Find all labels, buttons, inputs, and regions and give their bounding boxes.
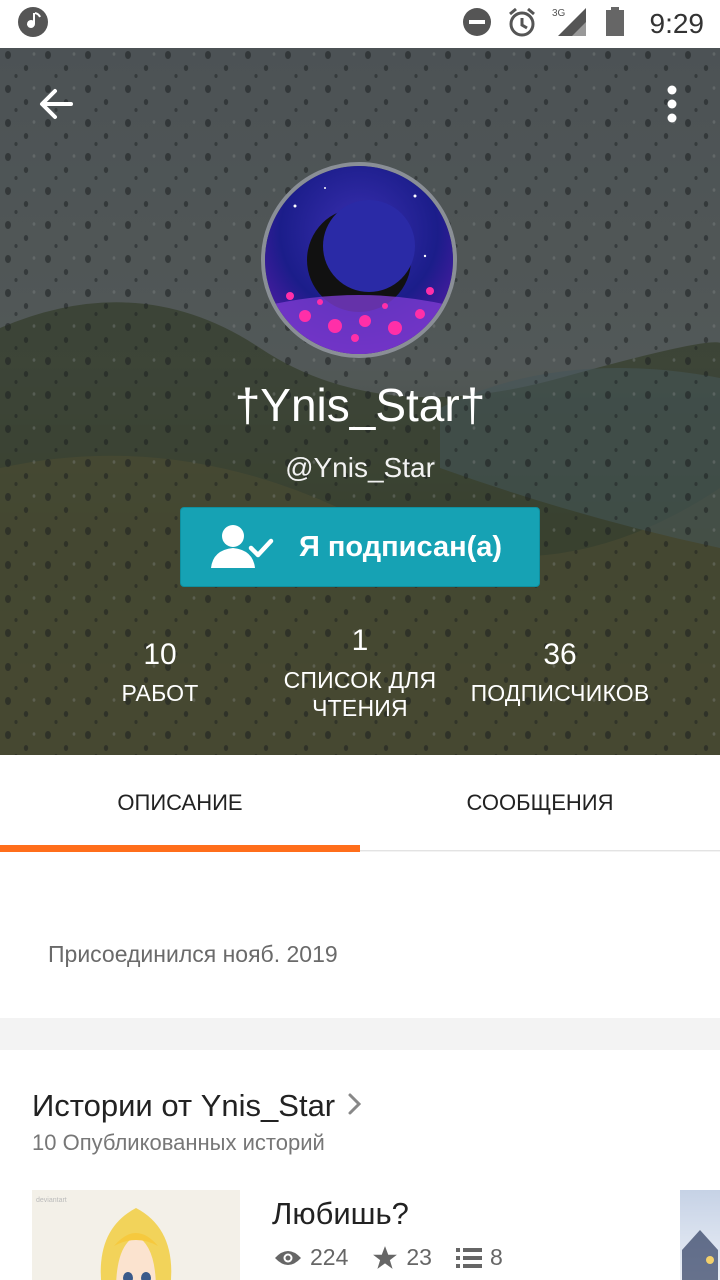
- followers-count: 36: [543, 638, 577, 671]
- alarm-icon: [506, 6, 538, 43]
- stories-count: 10 Опубликованных историй: [32, 1130, 325, 1155]
- next-story-cover[interactable]: [680, 1190, 720, 1280]
- svg-text:deviantart: deviantart: [36, 1197, 67, 1204]
- do-not-disturb-icon: [462, 7, 492, 42]
- status-bar: 3G 9:29: [0, 0, 720, 48]
- stat-reading-lists[interactable]: 1 СПИСОК ДЛЯ ЧТЕНИЯ: [250, 624, 470, 722]
- story-votes: 23: [406, 1244, 432, 1270]
- battery-icon: [604, 6, 626, 43]
- more-options-button[interactable]: [644, 76, 700, 132]
- follow-button[interactable]: Я подписан(а): [180, 507, 540, 587]
- story-reads: 224: [310, 1244, 349, 1270]
- story-cover[interactable]: deviantart: [32, 1190, 240, 1280]
- stories-header-link[interactable]: Истории от Ynis_Star: [32, 1088, 363, 1124]
- chevron-right-icon: [347, 1088, 363, 1124]
- tab-messages[interactable]: СООБЩЕНИЯ: [360, 755, 720, 851]
- username: @Ynis_Star: [285, 452, 435, 483]
- reading-lists-label-line1: СПИСОК ДЛЯ: [283, 667, 437, 693]
- profile-tabs: ОПИСАНИЕ СООБЩЕНИЯ: [0, 755, 720, 852]
- star-icon: [373, 1245, 398, 1269]
- next-story-cover-image: [682, 1230, 718, 1280]
- clock: 9:29: [649, 8, 705, 39]
- description-panel: Присоединился нояб. 2019: [0, 852, 720, 1018]
- followers-label: ПОДПИСЧИКОВ: [470, 680, 650, 706]
- list-icon: [455, 1247, 482, 1268]
- stories-title: Истории от Ynis_Star: [32, 1088, 336, 1123]
- music-app-icon: [16, 5, 50, 44]
- user-check-icon: [211, 525, 274, 568]
- display-name: †Ynis_Star†: [234, 379, 486, 431]
- stat-works[interactable]: 10 РАБОТ: [80, 638, 240, 707]
- eye-icon: [275, 1250, 301, 1265]
- reading-lists-label-line2: ЧТЕНИЯ: [312, 695, 408, 721]
- joined-date: Присоединился нояб. 2019: [48, 941, 338, 967]
- profile-header: †Ynis_Star† @Ynis_Star Я подписан(а) 10 …: [0, 48, 720, 755]
- avatar[interactable]: [261, 162, 457, 358]
- story-parts: 8: [489, 1244, 503, 1270]
- tab-description[interactable]: ОПИСАНИЕ: [0, 755, 360, 852]
- svg-text:3G: 3G: [552, 8, 566, 19]
- story-stats: 224 23 8: [274, 1244, 517, 1271]
- arrow-left-icon: [40, 89, 73, 119]
- works-label: РАБОТ: [121, 680, 199, 706]
- signal-3g-icon: 3G: [552, 6, 590, 43]
- reading-lists-count: 1: [351, 624, 369, 657]
- stat-followers[interactable]: 36 ПОДПИСЧИКОВ: [460, 638, 660, 707]
- works-count: 10: [143, 638, 177, 671]
- story-title[interactable]: Любишь?: [272, 1196, 409, 1232]
- crescent-moon-avatar-image: [265, 166, 453, 354]
- stories-section: Истории от Ynis_Star 10 Опубликованных и…: [0, 1050, 720, 1280]
- back-button[interactable]: [28, 76, 84, 132]
- story-cover-image: deviantart: [32, 1190, 240, 1280]
- more-vertical-icon: [667, 85, 677, 123]
- follow-button-label: Я подписан(а): [299, 530, 503, 563]
